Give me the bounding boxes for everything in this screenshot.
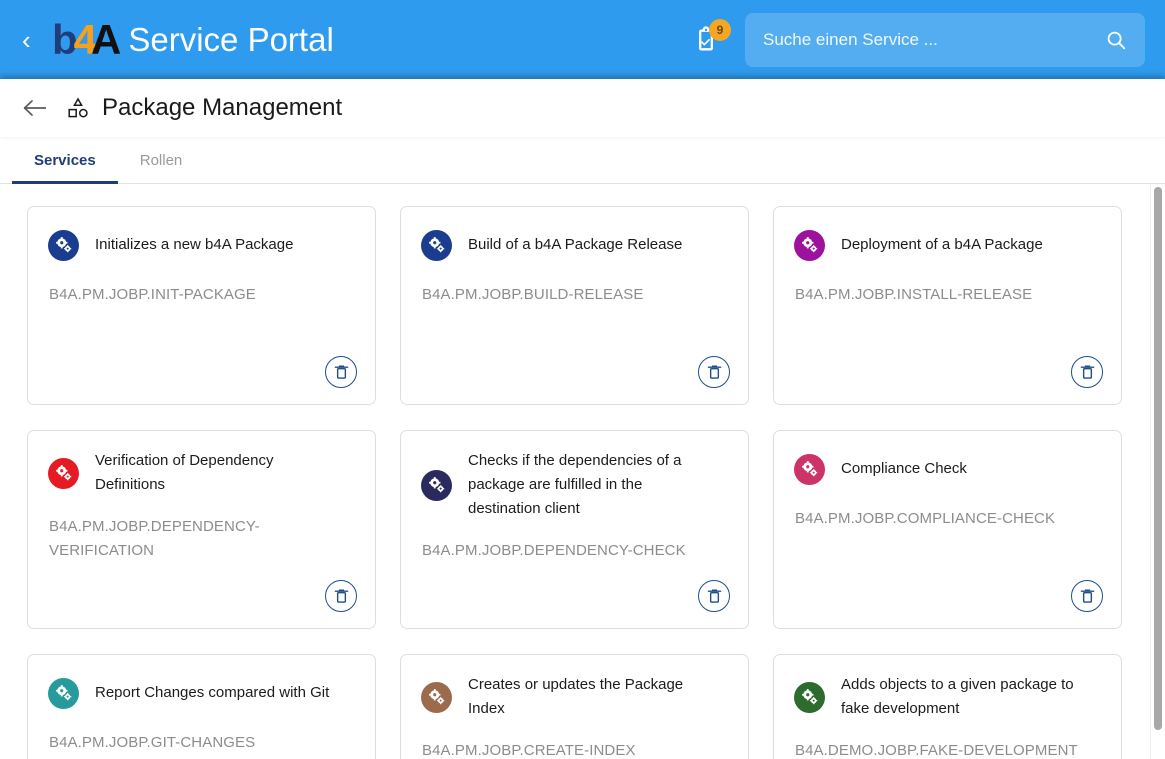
trash-icon <box>707 364 722 380</box>
service-card[interactable]: Verification of Dependency Definitions B4… <box>27 430 376 629</box>
delete-service-button[interactable] <box>1071 580 1103 612</box>
app-header: ‹ b4A Service Portal 9 <box>0 0 1165 79</box>
service-code: B4A.PM.JOBP.INSTALL-RELEASE <box>795 283 1101 307</box>
service-card-grid: Initializes a new b4A Package B4A.PM.JOBP… <box>0 184 1165 759</box>
service-code: B4A.PM.JOBP.GIT-CHANGES <box>49 731 355 755</box>
service-card-header: Deployment of a b4A Package <box>794 225 1101 265</box>
delete-service-button[interactable] <box>325 580 357 612</box>
trash-icon <box>334 364 349 380</box>
tab-bar: Services Rollen <box>0 137 1165 184</box>
tab-rollen[interactable]: Rollen <box>118 138 205 184</box>
service-code: B4A.PM.JOBP.DEPENDENCY-VERIFICATION <box>49 515 355 563</box>
service-code: B4A.DEMO.JOBP.FAKE-DEVELOPMENT <box>795 739 1101 759</box>
back-chevron-icon[interactable]: ‹ <box>22 27 40 53</box>
tab-services[interactable]: Services <box>12 138 118 184</box>
gears-icon <box>48 458 79 489</box>
trash-icon <box>1080 364 1095 380</box>
notification-badge: 9 <box>709 19 731 41</box>
service-title: Compliance Check <box>841 457 967 481</box>
gears-icon <box>421 682 452 713</box>
service-title: Build of a b4A Package Release <box>468 233 682 257</box>
header-actions: 9 <box>689 13 1145 67</box>
page-title: Package Management <box>102 94 342 122</box>
service-code: B4A.PM.JOBP.CREATE-INDEX <box>422 739 728 759</box>
service-card[interactable]: Checks if the dependencies of a package … <box>400 430 749 629</box>
service-title: Adds objects to a given package to fake … <box>841 673 1091 721</box>
service-title: Report Changes compared with Git <box>95 681 329 705</box>
service-card-header: Checks if the dependencies of a package … <box>421 449 728 521</box>
service-code: B4A.PM.JOBP.BUILD-RELEASE <box>422 283 728 307</box>
notifications-button[interactable]: 9 <box>689 22 723 58</box>
gears-icon <box>48 230 79 261</box>
service-card[interactable]: Report Changes compared with Git B4A.PM.J… <box>27 654 376 759</box>
service-card[interactable]: Build of a b4A Package Release B4A.PM.JOB… <box>400 206 749 405</box>
service-card[interactable]: Initializes a new b4A Package B4A.PM.JOBP… <box>27 206 376 405</box>
service-card[interactable]: Compliance Check B4A.PM.JOBP.COMPLIANCE-C… <box>773 430 1122 629</box>
gears-icon <box>794 454 825 485</box>
logo-letter-a: A <box>91 19 120 61</box>
delete-service-button[interactable] <box>325 356 357 388</box>
services-scroll-area: Initializes a new b4A Package B4A.PM.JOBP… <box>0 184 1165 759</box>
service-card-header: Build of a b4A Package Release <box>421 225 728 265</box>
delete-service-button[interactable] <box>698 356 730 388</box>
b4a-logo: b4A <box>52 19 120 61</box>
shapes-icon <box>66 96 90 120</box>
delete-service-button[interactable] <box>698 580 730 612</box>
arrow-left-icon[interactable] <box>22 97 48 119</box>
gears-icon <box>48 678 79 709</box>
service-code: B4A.PM.JOBP.DEPENDENCY-CHECK <box>422 539 728 563</box>
scrollbar-thumb[interactable] <box>1154 187 1162 730</box>
search-input[interactable] <box>763 30 1105 50</box>
service-card-header: Verification of Dependency Definitions <box>48 449 355 497</box>
trash-icon <box>1080 588 1095 604</box>
gears-icon <box>794 230 825 261</box>
service-card-header: Adds objects to a given package to fake … <box>794 673 1101 721</box>
gears-icon <box>421 230 452 261</box>
service-card-header: Report Changes compared with Git <box>48 673 355 713</box>
vertical-scrollbar[interactable] <box>1150 184 1165 759</box>
service-title: Creates or updates the Package Index <box>468 673 718 721</box>
delete-service-button[interactable] <box>1071 356 1103 388</box>
search-icon[interactable] <box>1105 29 1127 51</box>
service-card-header: Compliance Check <box>794 449 1101 489</box>
gears-icon <box>421 470 452 501</box>
page-header: Package Management <box>0 79 1165 137</box>
service-code: B4A.PM.JOBP.COMPLIANCE-CHECK <box>795 507 1101 531</box>
service-card-header: Initializes a new b4A Package <box>48 225 355 265</box>
service-title: Checks if the dependencies of a package … <box>468 449 718 521</box>
service-title: Initializes a new b4A Package <box>95 233 293 257</box>
service-title: Deployment of a b4A Package <box>841 233 1043 257</box>
service-code: B4A.PM.JOBP.INIT-PACKAGE <box>49 283 355 307</box>
service-title: Verification of Dependency Definitions <box>95 449 345 497</box>
trash-icon <box>334 588 349 604</box>
trash-icon <box>707 588 722 604</box>
service-card[interactable]: Adds objects to a given package to fake … <box>773 654 1122 759</box>
gears-icon <box>794 682 825 713</box>
service-card[interactable]: Deployment of a b4A Package B4A.PM.JOBP.I… <box>773 206 1122 405</box>
search-box[interactable] <box>745 13 1145 67</box>
service-card-header: Creates or updates the Package Index <box>421 673 728 721</box>
service-card[interactable]: Creates or updates the Package Index B4A.… <box>400 654 749 759</box>
app-title: Service Portal <box>128 23 333 56</box>
